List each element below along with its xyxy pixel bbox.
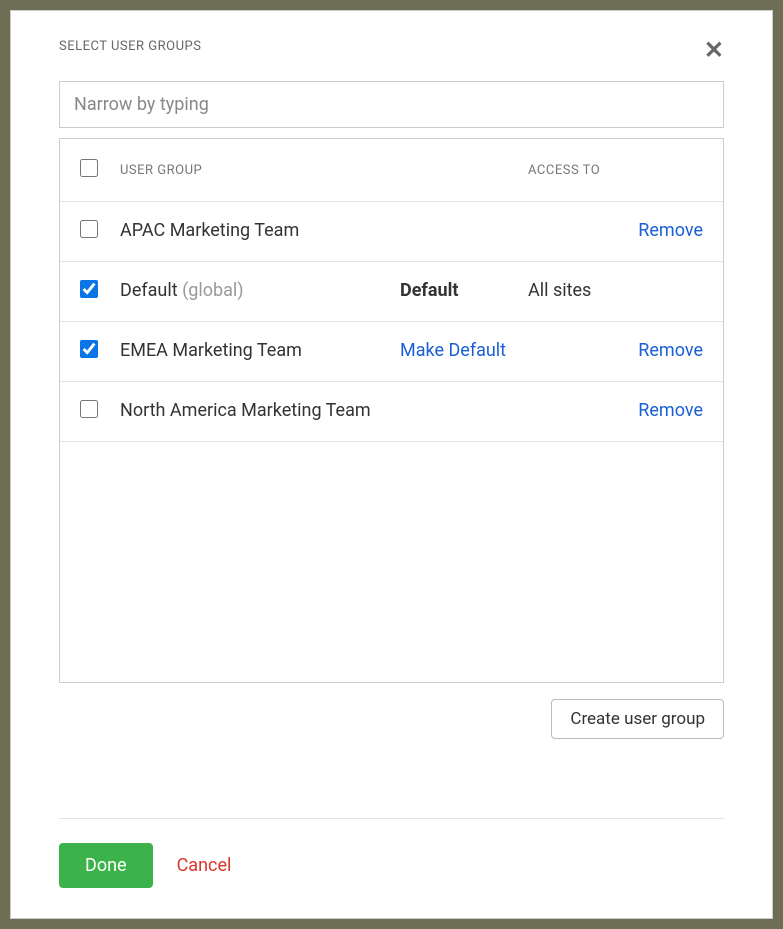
default-cell: [390, 202, 518, 262]
table-header-row: USER GROUP ACCESS TO: [60, 139, 723, 202]
remove-link[interactable]: Remove: [638, 340, 703, 361]
table-row: Default (global) Default All sites: [60, 262, 723, 322]
access-cell: [518, 322, 614, 382]
select-all-checkbox[interactable]: [80, 159, 98, 177]
remove-link[interactable]: Remove: [638, 400, 703, 421]
action-cell: Remove: [614, 202, 723, 262]
row-checkbox[interactable]: [80, 280, 98, 298]
col-header-action: [614, 139, 723, 202]
group-table-container: USER GROUP ACCESS TO APAC Marketing Team: [59, 138, 724, 683]
group-name-text: APAC Marketing Team: [120, 220, 299, 241]
default-cell: Default: [390, 262, 518, 322]
action-cell: Remove: [614, 382, 723, 442]
modal-body: USER GROUP ACCESS TO APAC Marketing Team: [11, 81, 772, 782]
below-table-actions: Create user group: [59, 699, 724, 739]
table-row: EMEA Marketing Team Make Default Remove: [60, 322, 723, 382]
col-header-default: [390, 139, 518, 202]
action-cell: [614, 262, 723, 322]
access-cell: All sites: [518, 262, 614, 322]
modal-header: SELECT USER GROUPS ✕: [11, 11, 772, 81]
row-checkbox[interactable]: [80, 340, 98, 358]
modal-footer: Done Cancel: [59, 818, 724, 918]
group-name: EMEA Marketing Team: [110, 322, 390, 382]
row-checkbox[interactable]: [80, 220, 98, 238]
col-header-access-to: ACCESS TO: [518, 139, 614, 202]
cancel-link[interactable]: Cancel: [177, 855, 232, 876]
col-header-checkbox: [60, 139, 110, 202]
table-row: North America Marketing Team Remove: [60, 382, 723, 442]
select-user-groups-modal: SELECT USER GROUPS ✕ USER GROUP ACCESS T…: [10, 10, 773, 919]
default-label: Default: [400, 280, 458, 301]
group-name-suffix: (global): [182, 280, 243, 301]
access-cell: [518, 382, 614, 442]
make-default-link[interactable]: Make Default: [400, 340, 506, 361]
search-input[interactable]: [59, 81, 724, 128]
col-header-user-group: USER GROUP: [110, 139, 390, 202]
modal-title: SELECT USER GROUPS: [59, 39, 201, 54]
table-row: APAC Marketing Team Remove: [60, 202, 723, 262]
action-cell: Remove: [614, 322, 723, 382]
row-checkbox[interactable]: [80, 400, 98, 418]
default-cell: Make Default: [390, 322, 518, 382]
create-user-group-button[interactable]: Create user group: [551, 699, 724, 739]
group-name-text: EMEA Marketing Team: [120, 340, 302, 361]
group-name: Default (global): [110, 262, 390, 322]
group-name: North America Marketing Team: [110, 382, 390, 442]
access-cell: [518, 202, 614, 262]
group-table: USER GROUP ACCESS TO APAC Marketing Team: [60, 139, 723, 442]
group-name: APAC Marketing Team: [110, 202, 390, 262]
default-cell: [390, 382, 518, 442]
group-name-text: Default: [120, 280, 178, 301]
group-name-text: North America Marketing Team: [120, 400, 371, 421]
close-icon[interactable]: ✕: [704, 39, 724, 63]
done-button[interactable]: Done: [59, 843, 153, 888]
remove-link[interactable]: Remove: [638, 220, 703, 241]
